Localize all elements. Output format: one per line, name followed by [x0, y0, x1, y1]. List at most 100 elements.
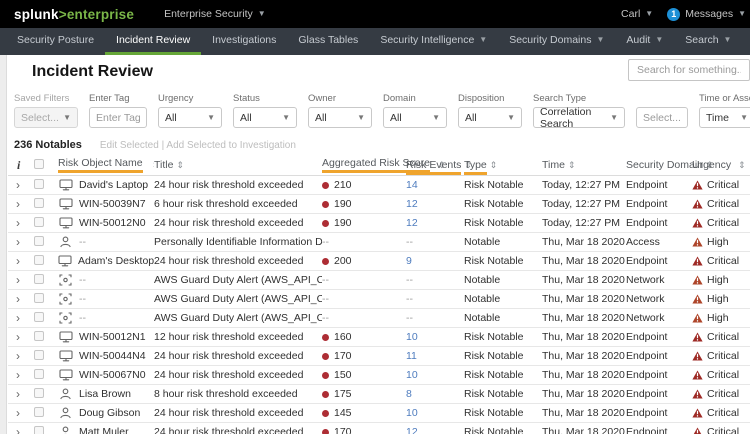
expand-chevron-icon[interactable]: ›	[14, 217, 34, 229]
risk-events-link[interactable]: 14	[406, 179, 418, 191]
select-all-checkbox[interactable]	[34, 159, 44, 169]
filter-input-enter-tag[interactable]	[89, 107, 147, 128]
time-cell: Thu, Mar 18 2020	[542, 236, 626, 248]
user-menu[interactable]: Carl ▼	[621, 8, 653, 20]
urgency-label: Critical	[707, 426, 739, 434]
time-cell: Thu, Mar 18 2020	[542, 407, 626, 419]
tab-audit[interactable]: Audit▼	[615, 28, 674, 55]
tab-search[interactable]: Search▼	[674, 28, 742, 55]
search-input[interactable]	[628, 59, 750, 81]
row-checkbox[interactable]	[34, 198, 44, 208]
row-checkbox[interactable]	[34, 407, 44, 417]
row-checkbox[interactable]	[34, 369, 44, 379]
risk-events-link[interactable]: 10	[406, 407, 418, 419]
row-checkbox[interactable]	[34, 350, 44, 360]
tab-security-domains[interactable]: Security Domains▼	[498, 28, 615, 55]
expand-chevron-icon[interactable]: ›	[14, 255, 34, 267]
expand-chevron-icon[interactable]: ›	[14, 369, 34, 381]
filter-input-select[interactable]	[636, 107, 688, 128]
expand-chevron-icon[interactable]: ›	[14, 312, 34, 324]
row-checkbox[interactable]	[34, 388, 44, 398]
column-header-type[interactable]: Type⇕	[464, 159, 542, 171]
time-cell: Today, 12:27 PM	[542, 198, 626, 210]
sort-icon[interactable]: ⇕	[490, 160, 498, 170]
notable-title: AWS Guard Duty Alert (AWS_API_CALL)	[154, 312, 322, 324]
row-checkbox[interactable]	[34, 331, 44, 341]
urgency-triangle-icon	[692, 332, 703, 342]
time-cell: Thu, Mar 18 2020	[542, 255, 626, 267]
app-menu-enterprise-security[interactable]: Enterprise Security ▼	[164, 8, 266, 20]
notables-actions[interactable]: Edit Selected | Add Selected to Investig…	[100, 140, 296, 151]
row-checkbox[interactable]	[34, 426, 44, 434]
notable-title: AWS Guard Duty Alert (AWS_API_CALL)	[154, 274, 322, 286]
urgency-triangle-icon	[692, 256, 703, 266]
urgency-label: High	[707, 312, 729, 324]
expand-chevron-icon[interactable]: ›	[14, 274, 34, 286]
notable-title: 6 hour risk threshold exceeded	[154, 198, 322, 210]
tab-security-posture[interactable]: Security Posture	[6, 28, 105, 55]
filter-dropdown-urgency[interactable]: All▼	[158, 107, 222, 128]
tab-label: Investigations	[212, 34, 276, 46]
risk-events-link[interactable]: 10	[406, 331, 418, 343]
row-checkbox[interactable]	[34, 274, 44, 284]
expand-chevron-icon[interactable]: ›	[14, 388, 34, 400]
security-domain-cell: Endpoint	[626, 198, 692, 210]
filter-dropdown-search-type[interactable]: Correlation Search▼	[533, 107, 625, 128]
expand-chevron-icon[interactable]: ›	[14, 198, 34, 210]
type-cell: Risk Notable	[464, 407, 542, 419]
risk-events-link[interactable]: 9	[406, 255, 412, 267]
security-domain-cell: Endpoint	[626, 426, 692, 434]
column-header-risk-object-name[interactable]: Risk Object Name⇕	[58, 157, 154, 173]
sort-icon[interactable]: ⇕	[738, 160, 746, 171]
tab-configure[interactable]: Configure▼	[742, 28, 750, 55]
tab-security-intelligence[interactable]: Security Intelligence▼	[369, 28, 498, 55]
row-checkbox[interactable]	[34, 179, 44, 189]
expand-chevron-icon[interactable]: ›	[14, 426, 34, 434]
column-header-title[interactable]: Title⇕	[154, 159, 322, 171]
risk-events-link[interactable]: 12	[406, 198, 418, 210]
filter-dropdown-status[interactable]: All▼	[233, 107, 297, 128]
filter-dropdown-domain[interactable]: All▼	[383, 107, 447, 128]
expand-chevron-icon[interactable]: ›	[14, 293, 34, 305]
column-header-aggregated-risk-score[interactable]: Aggregated Risk Score⇕	[322, 157, 406, 173]
tab-glass-tables[interactable]: Glass Tables	[287, 28, 369, 55]
column-header-risk-events[interactable]: Risk Events⇕	[406, 159, 464, 171]
row-checkbox[interactable]	[34, 217, 44, 227]
security-domain-cell: Endpoint	[626, 407, 692, 419]
filter-dropdown-disposition[interactable]: All▼	[458, 107, 522, 128]
filter-dropdown-time-or-association[interactable]: Time▼	[699, 107, 750, 128]
row-checkbox[interactable]	[34, 293, 44, 303]
messages-menu[interactable]: 1 Messages ▼	[667, 8, 746, 21]
filter-dropdown-saved-filters[interactable]: Select...▼	[14, 107, 78, 128]
sort-icon[interactable]: ⇕	[568, 160, 576, 170]
expand-chevron-icon[interactable]: ›	[14, 236, 34, 248]
column-header-security-domain[interactable]: Security Domain⇕	[626, 159, 692, 171]
filter-dropdown-owner[interactable]: All▼	[308, 107, 372, 128]
filter-time-or-association: Time or AssociationTime▼	[699, 93, 750, 128]
row-checkbox[interactable]	[34, 255, 44, 265]
column-header-time[interactable]: Time⇕	[542, 159, 626, 171]
nav-tabs: Security PostureIncident Review Investiga…	[6, 28, 750, 55]
expand-chevron-icon[interactable]: ›	[14, 331, 34, 343]
type-cell: Risk Notable	[464, 179, 542, 191]
tab-incident-review[interactable]: Incident Review	[105, 28, 201, 55]
risk-events-link[interactable]: 10	[406, 369, 418, 381]
row-checkbox[interactable]	[34, 312, 44, 322]
sort-icon[interactable]: ⇕	[176, 160, 184, 170]
expand-chevron-icon[interactable]: ›	[14, 407, 34, 419]
security-domain-cell: Network	[626, 293, 692, 305]
risk-events-link[interactable]: 12	[406, 426, 418, 434]
risk-score-value: --	[322, 236, 329, 248]
notable-row: ›--AWS Guard Duty Alert (AWS_API_CALL)--…	[8, 309, 750, 328]
row-checkbox[interactable]	[34, 236, 44, 246]
expand-chevron-icon[interactable]: ›	[14, 179, 34, 191]
expand-chevron-icon[interactable]: ›	[14, 350, 34, 362]
risk-events-link[interactable]: 11	[406, 350, 417, 362]
risk-object-name: --	[79, 293, 86, 305]
tab-investigations[interactable]: Investigations	[201, 28, 287, 55]
risk-events-link[interactable]: 12	[406, 217, 418, 229]
risk-events-link[interactable]: 8	[406, 388, 412, 400]
risk-object-name: Doug Gibson	[79, 407, 140, 419]
column-header-urgency[interactable]: Urgency⇕	[692, 159, 750, 171]
urgency-label: Critical	[707, 407, 739, 419]
